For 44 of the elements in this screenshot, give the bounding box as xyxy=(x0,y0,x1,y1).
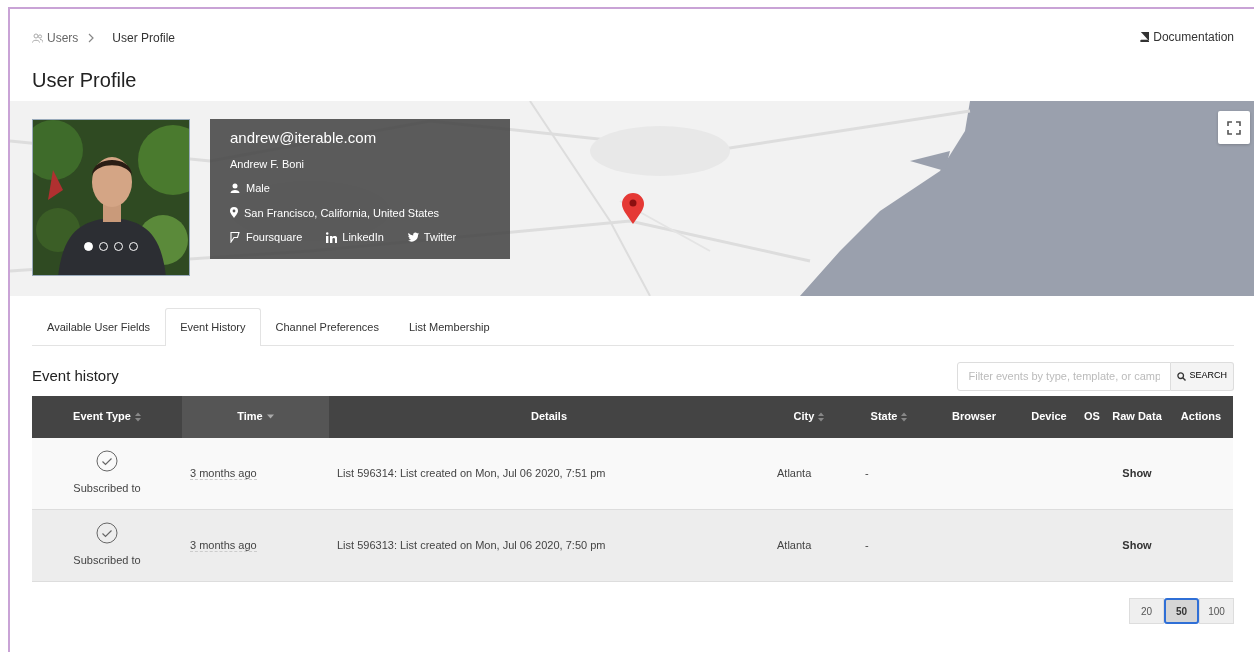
tab[interactable]: List Membership xyxy=(393,308,505,346)
state-text: - xyxy=(865,539,869,552)
breadcrumb-link[interactable]: Users xyxy=(32,29,79,47)
column-header[interactable]: City xyxy=(769,395,849,438)
page-size-button[interactable]: 100 xyxy=(1199,598,1234,624)
page-title: User Profile xyxy=(32,68,138,93)
tab[interactable]: Event History xyxy=(165,308,261,346)
breadcrumb-current: User Profile xyxy=(112,30,176,47)
sort-icon xyxy=(901,411,908,422)
tab[interactable]: Available User Fields xyxy=(32,308,166,346)
column-header[interactable]: Time xyxy=(182,395,329,438)
city-text: Atlanta xyxy=(777,467,812,479)
city-text: Atlanta xyxy=(777,539,812,552)
show-link[interactable]: Show xyxy=(1122,467,1152,479)
column-header[interactable]: State xyxy=(849,395,929,438)
page-size-button[interactable]: 20 xyxy=(1129,598,1164,624)
event-type-text: Subscribed to xyxy=(73,481,141,496)
column-header: Raw Data xyxy=(1105,395,1169,438)
column-header: Device xyxy=(1019,395,1079,438)
search-icon xyxy=(1177,371,1187,381)
time-text: 3 months ago xyxy=(190,539,257,553)
column-header[interactable]: Event Type xyxy=(32,395,182,438)
users-icon xyxy=(32,33,43,43)
tab[interactable]: Channel Preferences xyxy=(260,308,394,346)
column-header: Browser xyxy=(929,395,1019,438)
state-text: - xyxy=(865,467,869,479)
check-circle-icon xyxy=(96,450,118,472)
event-type-text: Subscribed to xyxy=(73,553,141,569)
details-text: List 596314: List created on Mon, Jul 06 2020, 7:51 pm xyxy=(337,467,606,479)
column-header: Details xyxy=(329,395,769,438)
search-button[interactable]: SEARCH xyxy=(1171,361,1234,391)
time-text: 3 months ago xyxy=(190,467,257,480)
column-header: Actions xyxy=(1169,395,1233,438)
page-size-button[interactable]: 50 xyxy=(1164,598,1199,624)
sort-descending-icon xyxy=(266,414,274,419)
details-text: List 596313: List created on Mon, Jul 06 2020, 7:50 pm xyxy=(337,539,606,552)
sort-icon xyxy=(134,411,141,422)
sort-icon xyxy=(818,411,825,422)
section-title: Event history xyxy=(32,365,119,386)
show-link[interactable]: Show xyxy=(1122,539,1152,552)
documentation-link[interactable]: Documentation xyxy=(1139,6,1234,67)
check-circle-icon xyxy=(96,522,118,545)
column-header: OS xyxy=(1079,395,1105,438)
search-field[interactable]: Filter events by type, template, or camp xyxy=(957,361,1172,391)
